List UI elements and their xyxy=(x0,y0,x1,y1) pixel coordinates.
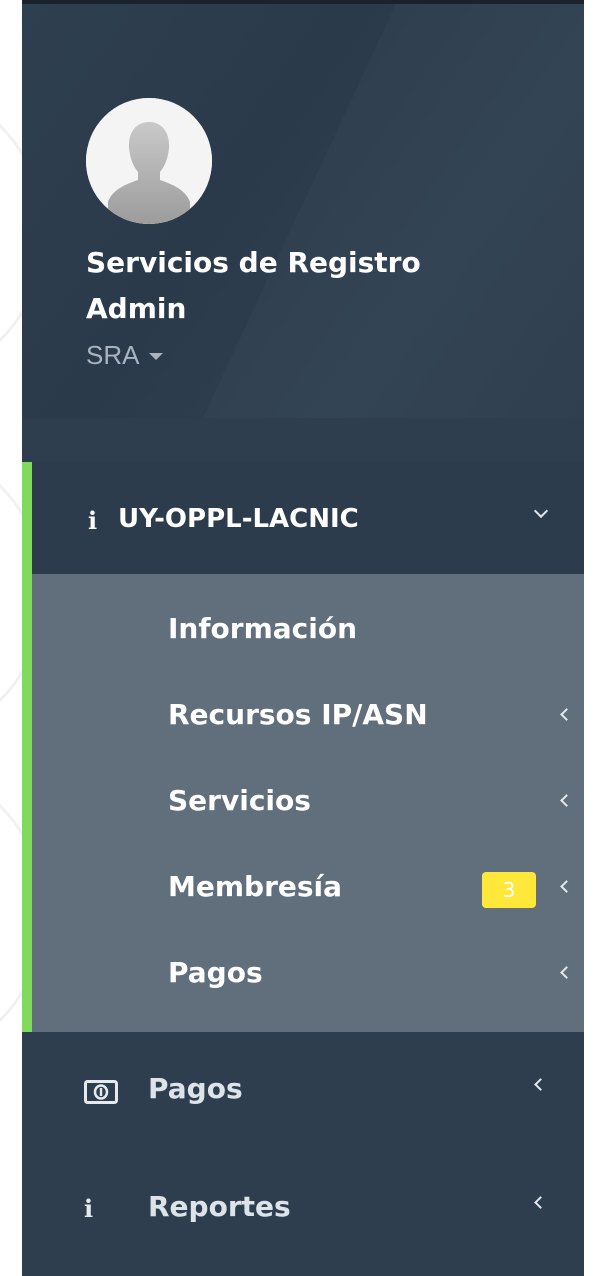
chevron-left-icon xyxy=(534,1196,547,1209)
sidebar: Servicios de Registro Admin SRA i UY-OPP… xyxy=(22,0,584,1276)
chevron-left-icon xyxy=(560,708,573,721)
profile-name: Servicios de Registro Admin xyxy=(86,246,421,325)
user-profile-panel: Servicios de Registro Admin SRA xyxy=(22,4,584,418)
chevron-left-icon xyxy=(560,794,573,807)
sidebar-item-pagos[interactable]: Pagos xyxy=(22,1032,584,1150)
submenu: Información Recursos IP/ASN Servicios Me… xyxy=(32,574,584,1032)
submenu-item-recursos[interactable]: Recursos IP/ASN xyxy=(32,670,584,756)
sidebar-item-label: Reportes xyxy=(148,1190,291,1223)
caret-down-icon xyxy=(149,353,164,360)
sidebar-item-reportes[interactable]: i Reportes xyxy=(22,1150,584,1268)
user-silhouette-icon xyxy=(86,98,212,224)
info-icon: i xyxy=(88,506,98,535)
submenu-item-servicios[interactable]: Servicios xyxy=(32,756,584,842)
sidebar-item-label: Pagos xyxy=(148,1072,243,1105)
submenu-item-label: Recursos IP/ASN xyxy=(168,698,428,731)
avatar xyxy=(86,98,212,224)
notification-badge: 3 xyxy=(482,872,536,908)
menu-group-header[interactable]: i UY-OPPL-LACNIC xyxy=(32,462,584,574)
submenu-item-label: Membresía xyxy=(168,870,343,903)
submenu-item-label: Servicios xyxy=(168,784,311,817)
chevron-left-icon xyxy=(534,1078,547,1091)
active-group-indicator xyxy=(22,462,32,1032)
submenu-item-membresia[interactable]: Membresía 3 xyxy=(32,842,584,928)
money-icon xyxy=(84,1080,118,1104)
chevron-down-icon xyxy=(533,503,549,519)
menu-group-organization: i UY-OPPL-LACNIC Información Recursos IP… xyxy=(22,462,584,1032)
chevron-left-icon xyxy=(560,880,573,893)
submenu-item-label: Información xyxy=(168,612,358,645)
chevron-left-icon xyxy=(560,966,573,979)
menu-group-title: UY-OPPL-LACNIC xyxy=(118,504,359,534)
submenu-item-informacion[interactable]: Información xyxy=(32,584,584,670)
submenu-item-pagos[interactable]: Pagos xyxy=(32,928,584,1014)
submenu-item-label: Pagos xyxy=(168,956,263,989)
role-label: SRA xyxy=(86,340,140,370)
role-dropdown[interactable]: SRA xyxy=(86,340,164,371)
page: Servicios de Registro Admin SRA i UY-OPP… xyxy=(0,0,603,1276)
info-icon: i xyxy=(84,1194,94,1223)
profile-background-shade xyxy=(200,4,584,418)
